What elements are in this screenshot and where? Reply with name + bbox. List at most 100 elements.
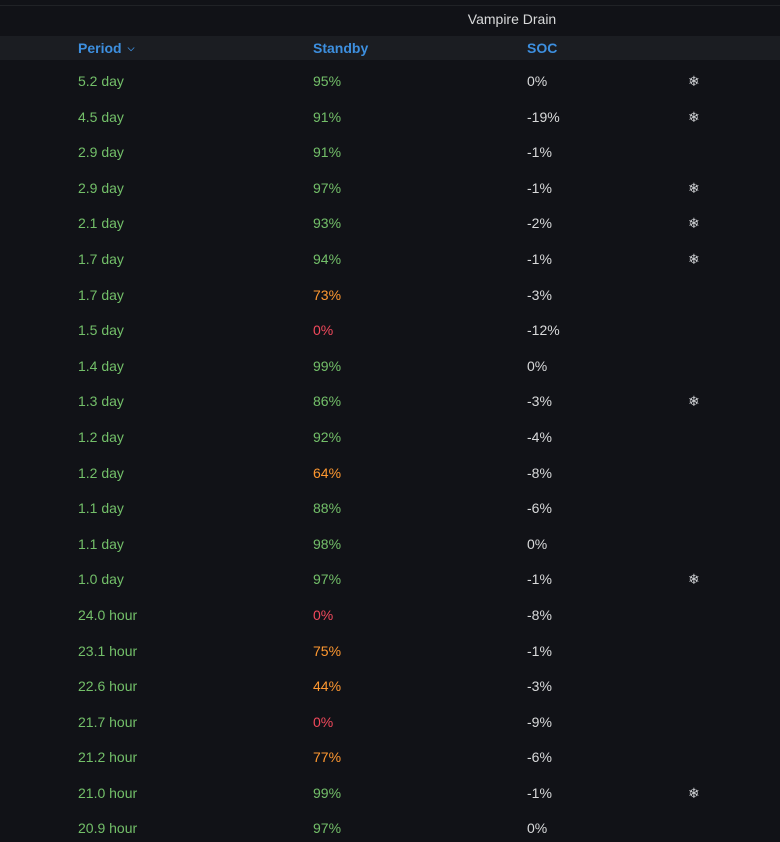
- standby-cell: 0%: [313, 713, 334, 730]
- snowflake-icon: ❄: [688, 73, 700, 89]
- standby-cell: 91%: [313, 144, 342, 161]
- column-header-period-label: Period: [78, 40, 122, 56]
- soc-cell: -6%: [527, 749, 552, 766]
- period-cell: 1.2 day: [78, 428, 124, 445]
- table-row: 1.1 day 88% -6%: [0, 491, 780, 527]
- period-cell: 1.7 day: [78, 286, 124, 303]
- soc-cell: -1%: [527, 179, 552, 196]
- soc-cell: -8%: [527, 606, 552, 623]
- standby-cell: 93%: [313, 215, 342, 232]
- table-row: 24.0 hour 0% -8%: [0, 598, 780, 634]
- column-header-period[interactable]: Period ⌵: [78, 40, 134, 56]
- table-row: 22.6 hour 44% -3%: [0, 669, 780, 705]
- soc-cell: -1%: [527, 250, 552, 267]
- soc-cell: -1%: [527, 144, 552, 161]
- period-cell: 5.2 day: [78, 73, 124, 89]
- table-row: 1.2 day 64% -8%: [0, 456, 780, 492]
- panel-title[interactable]: Vampire Drain: [0, 11, 780, 27]
- snowflake-icon: ❄: [688, 784, 700, 801]
- table-body: 5.2 day 95% 0% ❄ 4.5 day 91% -19% ❄ 2.9 day 91% -1…: [0, 64, 780, 842]
- standby-cell: 99%: [313, 784, 342, 801]
- table-header: Period ⌵ Standby SOC: [0, 36, 780, 60]
- table-row: 1.0 day 97% -1% ❄: [0, 562, 780, 598]
- table-row: 1.2 day 92% -4%: [0, 420, 780, 456]
- snowflake-icon: ❄: [688, 179, 700, 196]
- table-row: 2.9 day 97% -1% ❄: [0, 171, 780, 207]
- snowflake-icon: ❄: [688, 393, 700, 410]
- vampire-drain-panel: Vampire Drain Period ⌵ Standby SOC 5.2 da…: [0, 0, 780, 842]
- standby-cell: 0%: [313, 606, 334, 623]
- table-row: 20.9 hour 97% 0%: [0, 811, 780, 842]
- standby-cell: 91%: [313, 108, 342, 125]
- standby-cell: 0%: [313, 322, 334, 339]
- standby-cell: 86%: [313, 393, 342, 410]
- soc-cell: -4%: [527, 428, 552, 445]
- table-row: 23.1 hour 75% -1%: [0, 634, 780, 670]
- snowflake-icon: ❄: [688, 571, 700, 588]
- table-row: 21.0 hour 99% -1% ❄: [0, 776, 780, 812]
- period-cell: 1.7 day: [78, 250, 124, 267]
- snowflake-icon: ❄: [688, 108, 700, 125]
- period-cell: 1.0 day: [78, 571, 124, 588]
- standby-cell: 88%: [313, 500, 342, 517]
- period-cell: 1.2 day: [78, 464, 124, 481]
- standby-cell: 99%: [313, 357, 342, 374]
- soc-cell: -1%: [527, 784, 552, 801]
- period-cell: 1.3 day: [78, 393, 124, 410]
- standby-cell: 64%: [313, 464, 342, 481]
- standby-cell: 44%: [313, 678, 342, 695]
- snowflake-icon: ❄: [688, 215, 700, 232]
- period-cell: 21.2 hour: [78, 749, 138, 766]
- table-row: 2.1 day 93% -2% ❄: [0, 206, 780, 242]
- standby-cell: 94%: [313, 250, 342, 267]
- period-cell: 1.1 day: [78, 535, 124, 552]
- standby-cell: 75%: [313, 642, 342, 659]
- standby-cell: 98%: [313, 535, 342, 552]
- period-cell: 1.1 day: [78, 500, 124, 517]
- period-cell: 20.9 hour: [78, 820, 138, 837]
- period-cell: 21.0 hour: [78, 784, 138, 801]
- standby-cell: 97%: [313, 179, 342, 196]
- standby-cell: 77%: [313, 749, 342, 766]
- standby-cell: 95%: [313, 73, 342, 89]
- soc-cell: 0%: [527, 535, 548, 552]
- table-row: 1.5 day 0% -12%: [0, 313, 780, 349]
- table-row: 1.1 day 98% 0%: [0, 527, 780, 563]
- period-cell: 23.1 hour: [78, 642, 138, 659]
- soc-cell: 0%: [527, 357, 548, 374]
- standby-cell: 92%: [313, 428, 342, 445]
- soc-cell: -8%: [527, 464, 552, 481]
- period-cell: 24.0 hour: [78, 606, 138, 623]
- soc-cell: -1%: [527, 642, 552, 659]
- period-cell: 4.5 day: [78, 108, 124, 125]
- standby-cell: 73%: [313, 286, 342, 303]
- soc-cell: -3%: [527, 678, 552, 695]
- period-cell: 2.1 day: [78, 215, 124, 232]
- period-cell: 1.5 day: [78, 322, 124, 339]
- table-row: 21.2 hour 77% -6%: [0, 740, 780, 776]
- standby-cell: 97%: [313, 820, 342, 837]
- column-header-soc[interactable]: SOC: [527, 40, 557, 56]
- column-header-standby[interactable]: Standby: [313, 40, 368, 56]
- table-row: 1.3 day 86% -3% ❄: [0, 384, 780, 420]
- soc-cell: -2%: [527, 215, 552, 232]
- soc-cell: 0%: [527, 73, 548, 89]
- period-cell: 21.7 hour: [78, 713, 138, 730]
- soc-cell: -9%: [527, 713, 552, 730]
- period-cell: 22.6 hour: [78, 678, 138, 695]
- period-cell: 2.9 day: [78, 179, 124, 196]
- table-row: 1.7 day 73% -3%: [0, 278, 780, 314]
- soc-cell: -19%: [527, 108, 560, 125]
- panel-top-border: [0, 5, 780, 6]
- soc-cell: -12%: [527, 322, 560, 339]
- soc-cell: -3%: [527, 393, 552, 410]
- table-row: 1.4 day 99% 0%: [0, 349, 780, 385]
- soc-cell: -6%: [527, 500, 552, 517]
- soc-cell: 0%: [527, 820, 548, 837]
- period-cell: 1.4 day: [78, 357, 124, 374]
- table-row: 2.9 day 91% -1%: [0, 135, 780, 171]
- chevron-down-icon: ⌵: [127, 43, 135, 53]
- standby-cell: 97%: [313, 571, 342, 588]
- table-row: 5.2 day 95% 0% ❄: [0, 64, 780, 100]
- soc-cell: -1%: [527, 571, 552, 588]
